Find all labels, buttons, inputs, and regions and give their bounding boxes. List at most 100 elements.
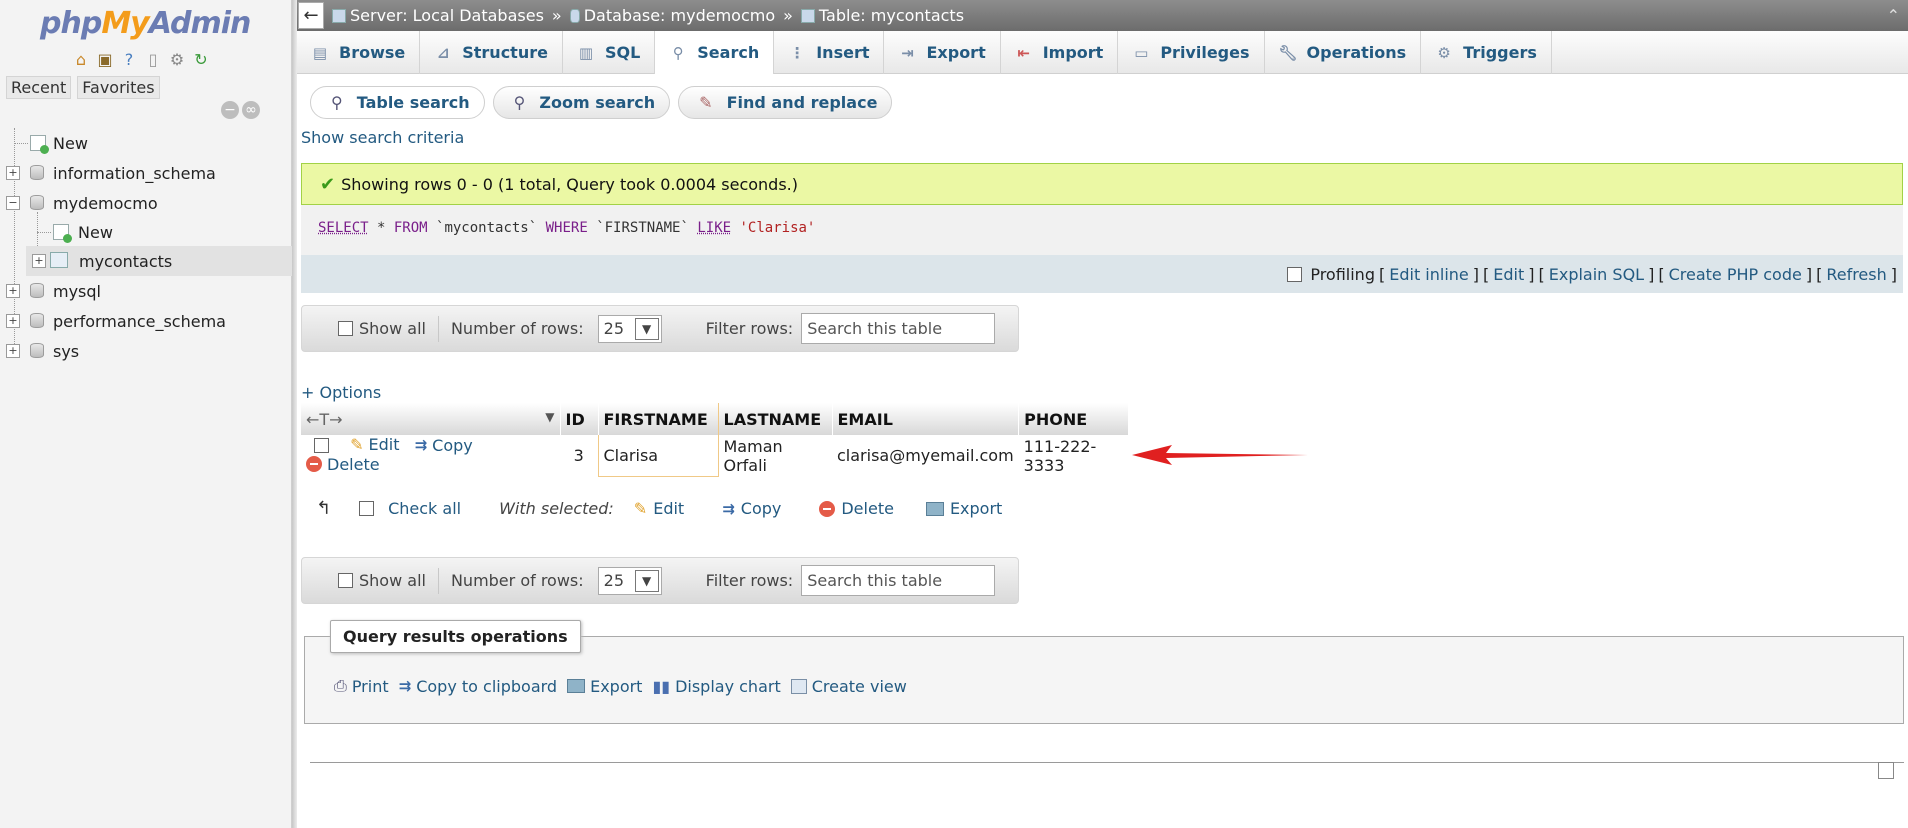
- breadcrumb-database[interactable]: Database: mydemocmo: [584, 6, 775, 25]
- tree-item-mydemocmo[interactable]: − mydemocmo: [0, 188, 292, 218]
- create-php-code-link[interactable]: Create PHP code: [1669, 265, 1802, 284]
- console-icon[interactable]: [1878, 762, 1894, 779]
- subtab-find-replace[interactable]: ✎ Find and replace: [678, 86, 893, 119]
- breadcrumb-server[interactable]: Server: Local Databases: [350, 6, 544, 25]
- refresh-link[interactable]: Refresh: [1826, 265, 1886, 284]
- show-all-checkbox[interactable]: [338, 573, 353, 588]
- tree-item-mysql[interactable]: + mysql: [0, 276, 292, 306]
- show-all-checkbox[interactable]: [338, 321, 353, 336]
- docs-icon[interactable]: ▯: [143, 49, 163, 69]
- bulk-export-button[interactable]: Export: [925, 499, 1002, 518]
- home-icon[interactable]: ⌂: [71, 49, 91, 69]
- tab-insert[interactable]: ⋮ Insert: [774, 31, 885, 74]
- edit-inline-link[interactable]: Edit inline: [1389, 265, 1469, 284]
- subtab-table-search[interactable]: ⚲ Table search: [310, 86, 485, 119]
- sql-query-display[interactable]: SELECT * FROM `mycontacts` WHERE `FIRSTN…: [301, 205, 1903, 255]
- column-header-phone[interactable]: PHONE: [1018, 403, 1130, 435]
- tab-browse[interactable]: ▤ Browse: [297, 31, 421, 74]
- tree-item-new[interactable]: New: [0, 128, 292, 158]
- dropdown-arrow-icon[interactable]: ▼: [545, 410, 554, 424]
- explain-sql-link[interactable]: Explain SQL: [1549, 265, 1644, 284]
- settings-icon[interactable]: ⚙: [167, 49, 187, 69]
- recent-tab[interactable]: Recent: [6, 76, 72, 99]
- bulk-delete-button[interactable]: Delete: [819, 499, 894, 518]
- database-icon: [30, 165, 44, 180]
- database-icon: [30, 343, 44, 358]
- help-icon[interactable]: ?: [119, 49, 139, 69]
- collapse-icon[interactable]: −: [6, 196, 20, 210]
- rows-per-page-select[interactable]: 25 ▼: [597, 566, 662, 595]
- expand-icon[interactable]: +: [32, 254, 46, 268]
- copy-to-clipboard-link[interactable]: ⇉ Copy to clipboard: [399, 677, 557, 696]
- print-link[interactable]: ⎙ Print: [334, 676, 389, 696]
- tab-operations[interactable]: 🔧︎ Operations: [1265, 31, 1422, 74]
- profiling-checkbox[interactable]: [1287, 266, 1303, 282]
- cell-firstname[interactable]: Clarisa: [597, 435, 719, 477]
- rows-per-page-select[interactable]: 25 ▼: [597, 314, 662, 343]
- tree-item-new-table[interactable]: New: [0, 212, 292, 262]
- column-header-email[interactable]: EMAIL: [832, 403, 1020, 435]
- cell-phone[interactable]: 111-222-3333: [1019, 435, 1129, 476]
- tab-export[interactable]: ⇥ Export: [884, 31, 1001, 74]
- new-table-icon: [53, 224, 72, 243]
- tab-search[interactable]: ⚲ Search: [655, 31, 775, 74]
- bulk-edit-button[interactable]: ✎ Edit: [634, 499, 684, 518]
- show-search-criteria-link[interactable]: Show search criteria: [301, 128, 464, 147]
- expand-icon[interactable]: +: [6, 314, 20, 328]
- database-icon: [569, 8, 580, 23]
- panel-resizer[interactable]: [292, 0, 297, 828]
- edit-link[interactable]: Edit: [1493, 265, 1524, 284]
- row-copy-link[interactable]: ⇉ Copy: [415, 436, 473, 455]
- breadcrumb-table[interactable]: Table: mycontacts: [819, 6, 964, 25]
- tree-item-information-schema[interactable]: + information_schema: [0, 158, 292, 188]
- tab-sql[interactable]: ▥ SQL: [563, 31, 656, 74]
- filter-rows-input[interactable]: Search this table: [801, 313, 996, 344]
- tab-import[interactable]: ⇤ Import: [1001, 31, 1119, 74]
- create-view-link[interactable]: Create view: [790, 677, 907, 696]
- checkmark-icon: ✔: [320, 173, 336, 195]
- tree-item-mycontacts[interactable]: + mycontacts: [26, 246, 292, 276]
- link-with-main-icon[interactable]: ∞: [242, 101, 260, 119]
- tree-item-performance-schema[interactable]: + performance_schema: [0, 306, 292, 336]
- with-selected-bar: ↰ Check all With selected: ✎ Edit ⇉ Copy D…: [316, 498, 1003, 519]
- subtab-zoom-search[interactable]: ⚲ Zoom search: [492, 86, 671, 119]
- favorites-tab[interactable]: Favorites: [77, 76, 160, 99]
- database-icon: [30, 283, 44, 298]
- phpmyadmin-logo[interactable]: phpMyAdmin: [40, 6, 251, 41]
- check-all-checkbox[interactable]: [359, 501, 375, 516]
- results-table: ←T→ ▼ ID FIRSTNAME LASTNAME EMAIL PHONE …: [301, 403, 1130, 477]
- column-header-id[interactable]: ID: [560, 403, 599, 435]
- reload-icon[interactable]: ↻: [191, 49, 211, 69]
- toggle-navigation-button[interactable]: ←: [298, 2, 324, 29]
- bulk-copy-button[interactable]: ⇉ Copy: [722, 499, 781, 518]
- export-link[interactable]: Export: [567, 677, 642, 696]
- expand-icon[interactable]: +: [6, 284, 20, 298]
- tab-structure[interactable]: ⊿ Structure: [420, 31, 563, 74]
- expand-icon[interactable]: +: [6, 166, 20, 180]
- cell-id[interactable]: 3: [560, 435, 598, 476]
- column-controls[interactable]: ←T→ ▼: [301, 403, 561, 435]
- check-all-link[interactable]: Check all: [388, 499, 461, 518]
- collapse-all-icon[interactable]: −: [221, 101, 239, 119]
- zoom-icon: ⚲: [513, 93, 526, 112]
- row-checkbox[interactable]: [314, 438, 329, 453]
- row-delete-link[interactable]: Delete: [306, 455, 380, 474]
- table-row: ✎ Edit ⇉ Copy Delete 3 Clarisa Maman Orfal…: [301, 435, 1129, 477]
- expand-icon[interactable]: +: [6, 344, 20, 358]
- tab-triggers[interactable]: ⚙ Triggers: [1421, 31, 1552, 74]
- tree-item-sys[interactable]: + sys: [0, 336, 292, 366]
- column-header-lastname[interactable]: LASTNAME: [718, 403, 833, 435]
- logout-icon[interactable]: ▣: [95, 49, 115, 69]
- cell-lastname[interactable]: Maman Orfali: [718, 435, 832, 476]
- options-link[interactable]: + Options: [301, 383, 381, 402]
- column-header-firstname[interactable]: FIRSTNAME: [597, 403, 719, 435]
- display-chart-link[interactable]: ▮▮ Display chart: [652, 677, 780, 696]
- filter-rows-input[interactable]: Search this table: [801, 565, 996, 596]
- row-edit-link[interactable]: ✎ Edit: [350, 435, 399, 454]
- tab-privileges[interactable]: ▭ Privileges: [1118, 31, 1265, 74]
- results-navigation-top: Show all Number of rows: 25 ▼ Filter row…: [301, 305, 1019, 352]
- search-subtabs: ⚲ Table search ⚲ Zoom search ✎ Find and rep…: [310, 86, 893, 119]
- collapse-top-icon[interactable]: ⌃: [1887, 6, 1900, 25]
- new-database-icon: [30, 135, 49, 154]
- cell-email[interactable]: clarisa@myemail.com: [832, 435, 1019, 476]
